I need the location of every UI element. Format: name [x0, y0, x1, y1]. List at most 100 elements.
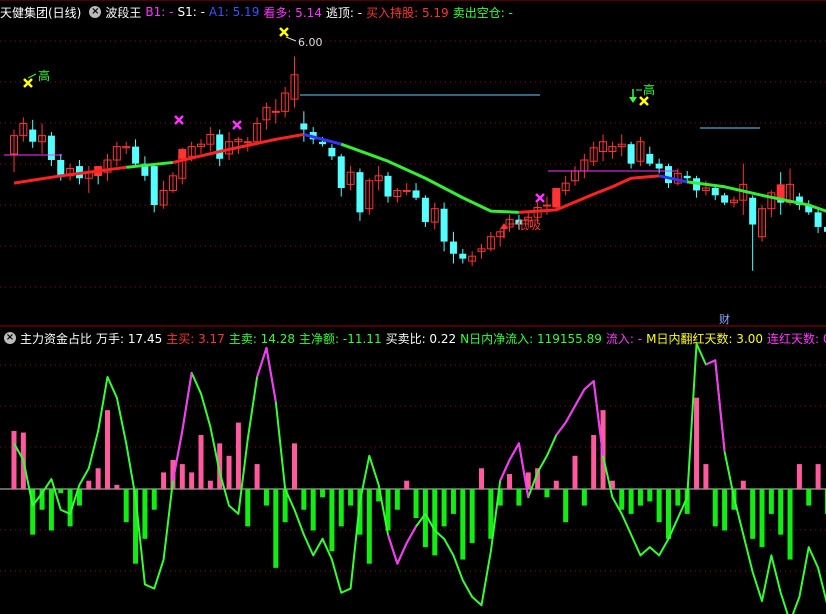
inflow-bar [198, 435, 204, 489]
inflow-bar [105, 410, 110, 489]
inflow-bar [86, 480, 92, 489]
outflow-bar [544, 489, 550, 498]
metric-s1: S1: - [177, 5, 205, 19]
inflow-bar [479, 468, 484, 489]
candlestick-series [10, 56, 826, 271]
candle-body [216, 134, 224, 159]
candle-body [384, 175, 392, 197]
outflow-bar [712, 489, 718, 527]
close-icon[interactable]: × [89, 6, 102, 18]
trend-line-down [687, 180, 826, 213]
candle-body [57, 160, 65, 176]
signal-cross [232, 120, 242, 130]
metric-taoding: 逃顶: - [325, 5, 363, 20]
outflow-bar [310, 489, 316, 531]
low-buy-label: 低吸 [517, 218, 541, 232]
indicator-name-bottom: 主力资金占比 [20, 331, 93, 346]
signal-cross [23, 78, 33, 88]
candle-body [683, 175, 691, 179]
inflow-bar [553, 480, 559, 489]
metric-buy-sell-ratio: 买卖比: 0.22 [385, 331, 457, 346]
metric-main-sell: 主卖: 14.28 [228, 331, 296, 346]
candle-body [300, 123, 308, 130]
outflow-bar [273, 489, 279, 568]
inflow-bar [591, 435, 597, 489]
candle-body [402, 189, 411, 192]
outflow-bar [348, 489, 354, 506]
outflow-bar [329, 489, 335, 552]
metric-sell-empty: 卖出空仓: - [452, 5, 513, 20]
candle-body [542, 204, 551, 207]
outflow-bar [338, 489, 344, 527]
candle-body [440, 208, 448, 242]
inflow-bar [254, 464, 260, 489]
inflow-bar [404, 480, 410, 489]
bottom-grid [0, 364, 826, 572]
outflow-bar [469, 489, 475, 543]
outflow-bar [245, 489, 251, 527]
metric-main-net: 主净额: -11.11 [299, 331, 382, 346]
outflow-bar [628, 489, 634, 514]
outflow-bar [722, 489, 728, 531]
metric-a1: A1: 5.19 [208, 5, 260, 19]
inflow-bar [114, 484, 120, 489]
outflow-bar [301, 489, 307, 510]
high-label-2: 高 [643, 82, 655, 97]
inflow-bar [572, 455, 578, 489]
candle-body [412, 190, 420, 198]
inflow-bar [179, 464, 185, 489]
metric-kanduo: 看多: 5.14 [263, 5, 322, 20]
candle-body-highlight [178, 149, 187, 159]
inflow-bar [11, 430, 17, 489]
candle-body [271, 110, 280, 113]
candle-body [459, 253, 467, 259]
metric-main-buy: 主买: 3.17 [166, 331, 225, 346]
chart-canvas: 高 高 低吸 6.00 财 [0, 0, 826, 614]
candle-body [243, 141, 252, 144]
inflow-bar [292, 443, 297, 489]
outflow-bar [563, 489, 569, 523]
outflow-bar [450, 489, 456, 514]
outflow-bar [787, 489, 793, 560]
outflow-bar [619, 489, 625, 510]
outflow-bar [778, 489, 784, 535]
candle-body [665, 166, 672, 184]
signal-cross [279, 27, 289, 37]
candle-body [29, 129, 37, 142]
candle-body-highlight [552, 188, 561, 208]
outflow-bar [320, 489, 326, 498]
inflow-bar [95, 468, 101, 489]
candle-body [449, 241, 457, 254]
inflow-bar [796, 464, 802, 489]
metric-inflow: 流入: - [605, 331, 643, 346]
inflow-bar [507, 474, 513, 489]
outflow-bar [123, 489, 129, 523]
outflow-bar [759, 489, 765, 548]
outflow-bar [58, 489, 64, 494]
finance-marker[interactable]: 财 [719, 312, 730, 326]
outflow-bar [263, 489, 269, 506]
metric-wanshou: 万手: 17.45 [96, 331, 163, 346]
trend-line-up [518, 174, 660, 214]
outflow-bar [151, 489, 157, 510]
signal-cross [535, 193, 545, 203]
trend-line-neutral [658, 174, 688, 184]
candle-body [421, 197, 429, 223]
inflow-bar [207, 480, 213, 489]
outflow-bar [647, 489, 653, 502]
top-grid [0, 40, 826, 288]
close-icon[interactable]: × [4, 332, 16, 344]
inflow-bar [740, 480, 746, 489]
top-panel-header: 天健集团(日线) × 波段王 B1: - S1: - A1: 5.19 看多: … [0, 2, 517, 22]
bottom-panel-header: × 主力资金占比 万手: 17.45 主买: 3.17 主卖: 14.28 主净… [0, 328, 826, 348]
candle-body [721, 195, 729, 203]
outflow-bar [48, 489, 54, 531]
indicator-name: 波段王 [105, 5, 142, 20]
metric-buy-hold: 买入持股: 5.19 [366, 5, 449, 20]
inflow-bar [815, 464, 821, 489]
candle-body [749, 197, 757, 225]
candle-body [47, 135, 55, 160]
outflow-bar [637, 489, 643, 506]
inflow-bar [189, 472, 195, 489]
flow-line-highlight [387, 525, 417, 565]
